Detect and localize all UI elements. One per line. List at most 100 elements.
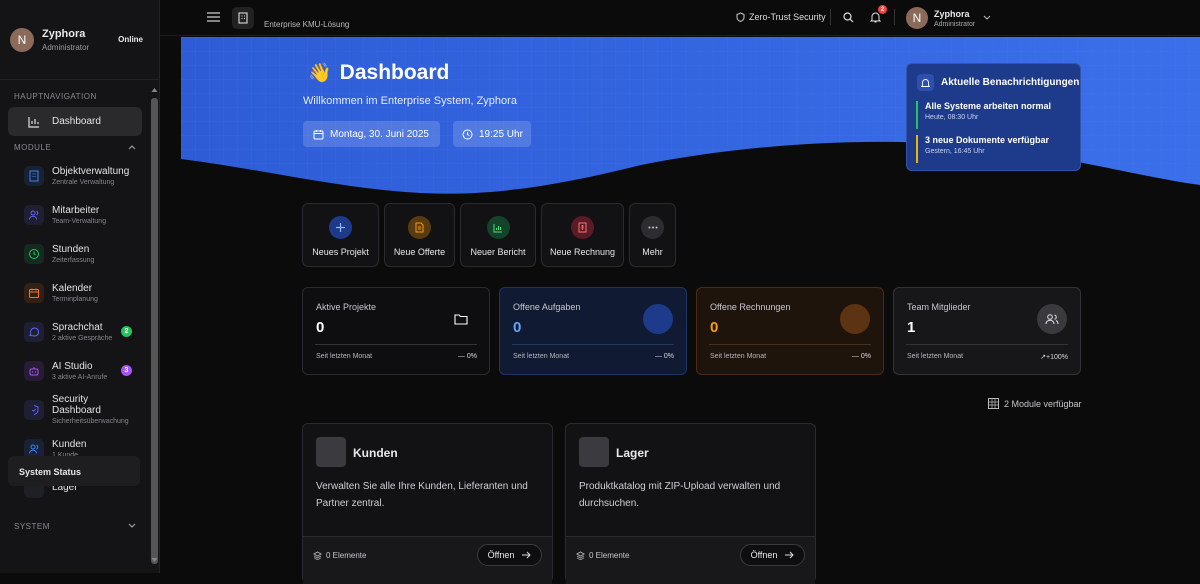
sidebar-item-mitarbeiter[interactable]: Mitarbeiter Team-Verwaltung	[8, 195, 142, 234]
stat-value: 1	[907, 319, 916, 336]
stat-title: Aktive Projekte	[316, 302, 377, 312]
sidebar-item-subtitle: Sicherheitsüberwachung	[52, 418, 129, 425]
sidebar-item-kalender[interactable]: Kalender Terminplanung	[8, 273, 142, 312]
stat-card-open-invoices[interactable]: Offene Rechnungen 0 Seit letzten Monat —…	[696, 287, 884, 375]
waving-hand-icon: 👋	[308, 63, 332, 84]
sidebar-item-subtitle: 3 aktive AI-Anrufe	[52, 373, 108, 381]
sidebar-item-label: Stunden	[52, 243, 90, 255]
calendar-icon	[313, 129, 324, 139]
folder-icon	[446, 304, 476, 334]
module-card-kunden[interactable]: Kunden Verwalten Sie alle Ihre Kunden, L…	[302, 423, 553, 584]
modules-available: 2 Module verfügbar	[988, 398, 1082, 409]
nav-section-heading: HAUPTNAVIGATION	[14, 91, 97, 101]
system-section-heading[interactable]: SYSTEM	[0, 517, 150, 535]
user-menu[interactable]: N Zyphora Administrator	[906, 7, 991, 29]
layers-icon	[576, 551, 585, 560]
time-chip: 19:25 Uhr	[453, 121, 531, 147]
sidebar-item-subtitle: Zeiterfassung	[52, 256, 95, 264]
sidebar-item-stunden[interactable]: Stunden Zeiterfassung	[8, 234, 142, 273]
shield-icon	[736, 12, 745, 22]
module-icon	[316, 437, 346, 467]
more-button[interactable]: Mehr	[629, 203, 676, 267]
user-role: Administrator	[934, 20, 976, 28]
user-role: Administrator	[42, 42, 90, 52]
notifications-panel: Aktuelle Benachrichtigungen Alle Systeme…	[906, 63, 1081, 171]
quick-action-label: Neue Rechnung	[549, 247, 616, 257]
module-description: Produktkatalog mit ZIP-Upload verwalten …	[579, 481, 781, 509]
sidebar-nav: HAUPTNAVIGATION Dashboard MODULE Objektv…	[0, 81, 150, 573]
clock-icon	[462, 129, 473, 139]
module-title: Lager	[616, 446, 649, 460]
stat-value: 0	[513, 319, 522, 336]
sidebar-item-dashboard[interactable]: Dashboard	[8, 107, 142, 136]
clock-icon	[24, 243, 44, 264]
modules-section-heading[interactable]: MODULE	[0, 138, 150, 156]
arrow-right-icon	[785, 551, 795, 559]
sidebar-item-label: Sprachchat	[52, 321, 103, 333]
new-project-button[interactable]: Neues Projekt	[302, 203, 379, 267]
search-icon[interactable]	[843, 12, 854, 23]
system-status[interactable]: System Status	[8, 456, 140, 486]
grid-icon	[988, 398, 999, 409]
stat-delta: ↗+100%	[1040, 354, 1068, 361]
sidebar-item-label: Kunden	[52, 438, 87, 450]
new-invoice-button[interactable]: Neue Rechnung	[541, 203, 624, 267]
sidebar-item-security-dashboard[interactable]: Security Dashboard Sicherheitsüberwachung	[8, 390, 142, 429]
new-report-button[interactable]: Neuer Bericht	[460, 203, 536, 267]
count-badge: 3	[121, 365, 132, 376]
building-logo-icon	[232, 7, 254, 29]
sidebar-item-label: Security Dashboard	[52, 394, 101, 416]
app-subtitle: Enterprise KMU-Lösung	[264, 20, 350, 29]
menu-icon[interactable]	[207, 11, 220, 23]
stat-footer: Seit letzten Monat	[316, 353, 373, 360]
arrow-right-icon	[522, 551, 532, 559]
module-count: 0 Elemente	[313, 551, 366, 560]
user-name: Zyphora	[42, 27, 86, 40]
date-chip: Montag, 30. Juni 2025	[303, 121, 440, 147]
notification-item[interactable]: Alle Systeme arbeiten normal Heute, 08:3…	[916, 101, 1051, 129]
scroll-down-icon	[151, 558, 158, 562]
open-button[interactable]: Öffnen	[477, 544, 542, 566]
stat-delta: — 0%	[654, 353, 674, 360]
module-icon	[579, 437, 609, 467]
sidebar-item-ai-studio[interactable]: AI Studio 3 aktive AI-Anrufe 3	[8, 351, 142, 390]
sidebar-scrollbar[interactable]	[150, 86, 159, 564]
notification-item[interactable]: 3 neue Dokumente verfügbar Gestern, 16:4…	[916, 135, 1049, 163]
sidebar-item-objektverwaltung[interactable]: Objektverwaltung Zentrale Verwaltung	[8, 156, 142, 195]
topbar: Enterprise KMU-Lösung Zero-Trust Securit…	[160, 0, 1200, 36]
sidebar-item-label: Dashboard	[52, 116, 101, 127]
sidebar-item-label: Mitarbeiter	[52, 204, 100, 216]
quick-action-label: Neuer Bericht	[470, 247, 526, 257]
calendar-icon	[24, 282, 44, 303]
invoice-icon	[840, 304, 870, 334]
stat-value: 0	[710, 319, 719, 336]
module-card-lager[interactable]: Lager Produktkatalog mit ZIP-Upload verw…	[565, 423, 816, 584]
sidebar-user[interactable]: N Zyphora Administrator Online	[0, 0, 159, 80]
tasks-icon	[643, 304, 673, 334]
count-badge: 2	[121, 326, 132, 337]
quick-action-label: Neues Projekt	[312, 247, 369, 257]
chart-icon	[486, 216, 510, 239]
new-offer-button[interactable]: Neue Offerte	[384, 203, 455, 267]
stat-card-open-tasks[interactable]: Offene Aufgaben 0 Seit letzten Monat — 0…	[499, 287, 687, 375]
plus-icon	[329, 216, 352, 239]
open-button[interactable]: Öffnen	[740, 544, 805, 566]
chevron-down-icon	[983, 15, 991, 20]
stat-footer: Seit letzten Monat	[710, 353, 767, 360]
stat-card-team-members[interactable]: Team Mitglieder 1 Seit letzten Monat ↗+1…	[893, 287, 1081, 375]
sidebar-item-label: AI Studio	[52, 360, 93, 372]
stat-delta: — 0%	[851, 353, 871, 360]
chevron-down-icon	[128, 523, 136, 528]
layers-icon	[313, 551, 322, 560]
stat-title: Offene Rechnungen	[710, 302, 791, 312]
security-status[interactable]: Zero-Trust Security	[736, 12, 826, 22]
sidebar-item-subtitle: 2 aktive Gespräche	[52, 334, 113, 342]
sidebar-item-sprachchat[interactable]: Sprachchat 2 aktive Gespräche 2	[8, 312, 142, 351]
bar-chart-icon	[24, 112, 44, 132]
bell-icon	[917, 74, 934, 91]
more-icon	[641, 216, 664, 239]
stat-card-active-projects[interactable]: Aktive Projekte 0 Seit letzten Monat — 0…	[302, 287, 490, 375]
sidebar-item-label: Objektverwaltung	[52, 165, 130, 177]
notifications-button[interactable]: 2	[870, 5, 887, 23]
page-title: 👋 Dashboard	[308, 61, 450, 84]
